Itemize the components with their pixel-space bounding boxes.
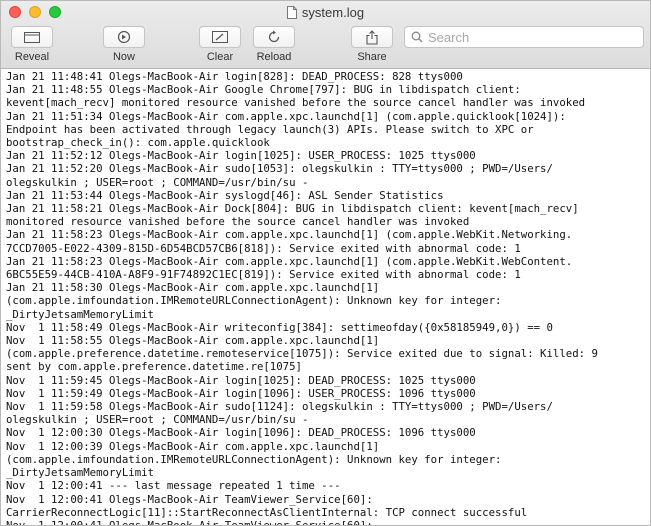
log-line: Nov 1 12:00:41 --- last message repeated… [6,479,341,493]
log-line: kevent[mach_recv] monitored resource van… [6,96,586,110]
log-line: bootstrap_check_in(): com.apple.quickloo… [6,136,270,150]
log-line: Jan 21 11:48:41 Olegs-MacBook-Air login[… [6,70,463,83]
folder-icon [24,32,40,43]
search-input[interactable] [428,29,628,45]
share-icon [366,29,378,45]
log-line: monitored resource vanished before the s… [6,215,470,229]
log-line: Nov 1 12:00:30 Olegs-MacBook-Air login[1… [6,426,476,440]
now-tool: Now [103,26,145,63]
clear-button[interactable] [199,26,241,48]
log-line: Jan 21 11:58:21 Olegs-MacBook-Air Dock[8… [6,202,579,216]
clear-display-icon [212,31,228,43]
log-line: _DirtyJetsamMemoryLimit [6,466,154,480]
log-line: Jan 21 11:58:30 Olegs-MacBook-Air com.ap… [6,281,380,295]
log-line: (com.apple.imfoundation.IMRemoteURLConne… [6,452,502,466]
log-line: olegskulkin ; USER=root ; COMMAND=/usr/b… [6,413,309,427]
reveal-label: Reveal [14,51,50,63]
log-line: Jan 21 11:51:34 Olegs-MacBook-Air com.ap… [6,109,566,123]
reveal-button[interactable] [11,26,53,48]
share-label: Share [357,51,387,63]
clear-label: Clear [206,51,234,63]
clear-tool: Clear [199,26,241,63]
log-line: Nov 1 12:00:41 Olegs-MacBook-Air TeamVie… [6,492,373,506]
log-line: _DirtyJetsamMemoryLimit [6,307,154,321]
reload-tool: Reload [253,26,295,63]
log-line: Nov 1 11:58:55 Olegs-MacBook-Air com.app… [6,334,380,348]
reload-icon [268,30,280,43]
log-line: Nov 1 11:58:49 Olegs-MacBook-Air writeco… [6,320,553,334]
log-line: sent by com.apple.preference.datetime.re… [6,360,302,374]
log-line: Nov 1 12:00:41 Olegs-MacBook-Air TeamVie… [6,518,373,526]
search-icon [411,31,423,43]
jump-to-now-icon [117,30,131,44]
log-line: olegskulkin ; USER=root ; COMMAND=/usr/b… [6,175,309,189]
log-line: Endpoint has been activated through lega… [6,122,534,136]
log-line: Jan 21 11:52:20 Olegs-MacBook-Air sudo[1… [6,162,553,176]
console-window: system.log Reveal Now Clear Reload Share… [0,0,651,526]
log-view[interactable]: Jan 21 11:48:41 Olegs-MacBook-Air login[… [1,69,650,526]
log-line: CarrierReconnectLogic[11]::StartReconnec… [6,505,528,519]
reload-button[interactable] [253,26,295,48]
log-line: Nov 1 11:59:58 Olegs-MacBook-Air sudo[11… [6,400,553,414]
log-line: 7CCD7005-E022-4309-815D-6D54BCD57CB6[818… [6,241,521,255]
window-title-text: system.log [301,5,365,20]
log-line: Jan 21 11:58:23 Olegs-MacBook-Air com.ap… [6,228,573,242]
log-line: (com.apple.preference.datetime.remoteser… [6,347,598,361]
now-label: Now [112,51,135,63]
log-line: Jan 21 11:48:55 Olegs-MacBook-Air Google… [6,83,521,97]
share-button[interactable] [351,26,393,48]
log-line: Jan 21 11:53:44 Olegs-MacBook-Air syslog… [6,188,444,202]
log-line: 6BC55E59-44CB-410A-A8F9-91F74892C1EC[819… [6,268,521,282]
log-line: Nov 1 11:59:49 Olegs-MacBook-Air login[1… [6,386,476,400]
reload-label: Reload [256,51,292,63]
title-bar: system.log Reveal Now Clear Reload Share… [1,1,650,69]
log-line: Jan 21 11:52:12 Olegs-MacBook-Air login[… [6,149,476,163]
log-line: (com.apple.imfoundation.IMRemoteURLConne… [6,294,502,308]
window-title: system.log [1,5,650,20]
reveal-tool: Reveal [11,26,53,63]
search-field[interactable] [404,26,644,48]
log-line: Jan 21 11:58:23 Olegs-MacBook-Air com.ap… [6,254,573,268]
log-line: Nov 1 12:00:39 Olegs-MacBook-Air com.app… [6,439,380,453]
now-button[interactable] [103,26,145,48]
log-line: Nov 1 11:59:45 Olegs-MacBook-Air login[1… [6,373,476,387]
share-tool: Share [351,26,393,63]
document-icon [286,6,297,19]
